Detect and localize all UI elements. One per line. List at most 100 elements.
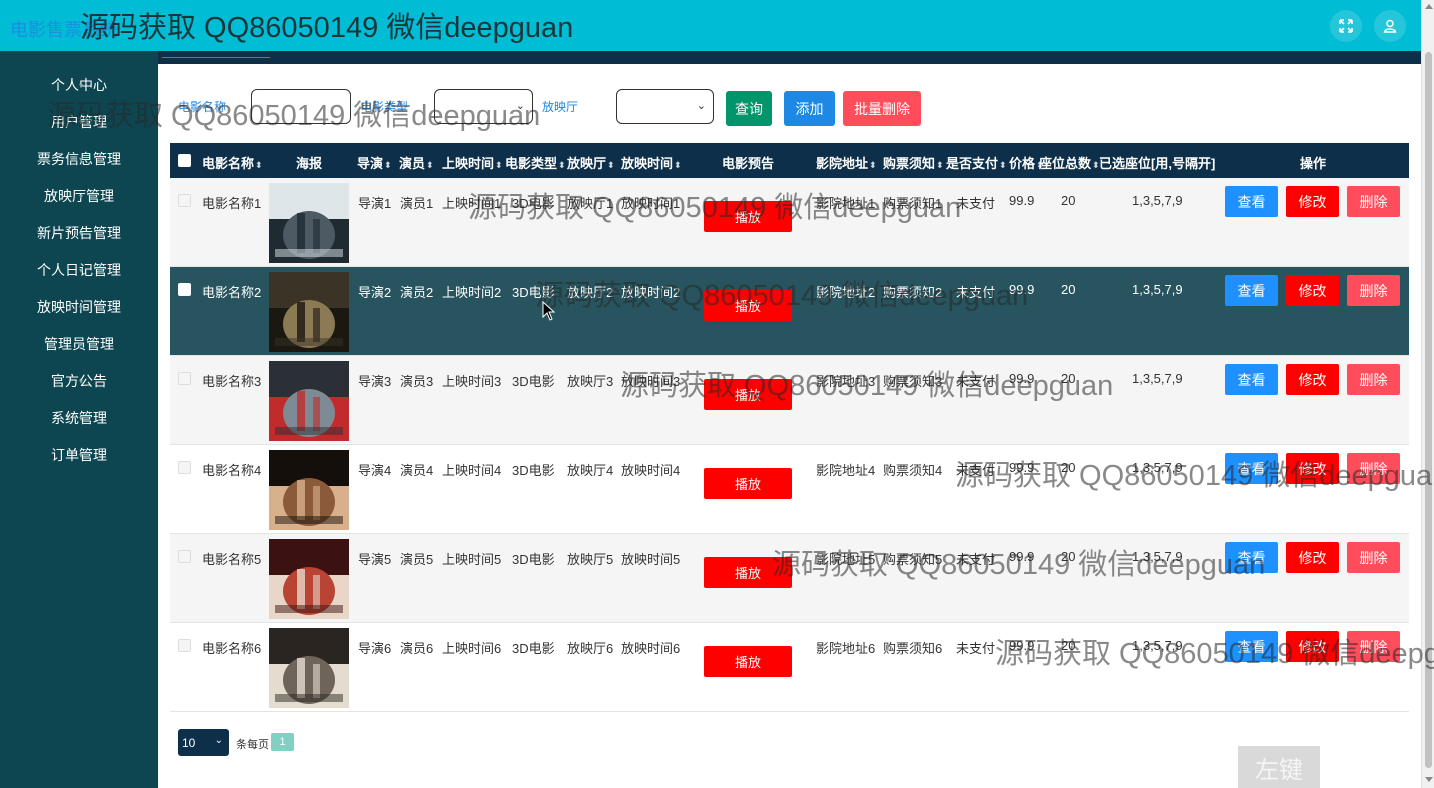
- sort-icon[interactable]: ⬍: [495, 160, 503, 170]
- sort-icon[interactable]: ⬍: [255, 160, 263, 170]
- sidebar-item-showtime-management[interactable]: 放映时间管理 ▾: [0, 292, 158, 322]
- column-header[interactable]: 演员⬍: [399, 153, 434, 172]
- edit-button[interactable]: 修改: [1286, 186, 1339, 217]
- sidebar-item-hall-management[interactable]: 放映厅管理 ▾: [0, 181, 158, 211]
- sidebar-item-ticket-info[interactable]: 票务信息管理 ▾: [0, 144, 158, 174]
- edit-button[interactable]: 修改: [1286, 275, 1339, 306]
- sort-icon[interactable]: ⬍: [869, 160, 877, 170]
- row-checkbox[interactable]: [178, 372, 191, 385]
- view-button[interactable]: 查看: [1225, 275, 1278, 306]
- column-header[interactable]: 是否支付⬍: [946, 153, 1007, 172]
- row-checkbox[interactable]: [178, 639, 191, 652]
- movie-name-input[interactable]: [251, 89, 351, 124]
- query-button[interactable]: 查询: [726, 91, 772, 126]
- cell-name: 电影名称3: [202, 374, 262, 389]
- caret-icon: ▾: [79, 265, 84, 275]
- column-header-label: 影院地址: [816, 156, 869, 171]
- row-checkbox[interactable]: [178, 194, 191, 207]
- delete-button[interactable]: 删除: [1347, 186, 1400, 217]
- scroll-up-icon[interactable]: [1425, 4, 1433, 9]
- sidebar-item-order-management[interactable]: 订单管理 ▾: [0, 440, 158, 470]
- page-scrollbar[interactable]: [1421, 0, 1434, 788]
- add-button[interactable]: 添加: [784, 91, 835, 126]
- batch-delete-button[interactable]: 批量删除: [843, 91, 921, 126]
- sidebar-item-user-management[interactable]: 用户管理 ▾: [0, 107, 158, 137]
- page-number-1[interactable]: 1: [271, 733, 294, 751]
- table-row[interactable]: 电影名称1 导演1 演员1 上映时间1 3D电影 放映厅1 放映时间1 影院地址1 购票须知1 未…: [170, 178, 1409, 267]
- table-row[interactable]: 电影名称3 导演3 演员3 上映时间3 3D电影 放映厅3 放映时间3 影院地址3 购票须知3 未…: [170, 356, 1409, 445]
- scroll-thumb[interactable]: [1425, 52, 1432, 768]
- column-header[interactable]: 导演⬍: [357, 153, 392, 172]
- sidebar-item-system-management[interactable]: 系统管理 ▾: [0, 403, 158, 433]
- view-button[interactable]: 查看: [1225, 364, 1278, 395]
- sidebar-item-announcements[interactable]: 官方公告 ▾: [0, 366, 158, 396]
- sort-icon[interactable]: ⬍: [558, 160, 566, 170]
- column-header[interactable]: 电影名称⬍: [202, 153, 263, 172]
- column-header[interactable]: 放映厅⬍: [567, 153, 615, 172]
- play-trailer-button[interactable]: 播放: [704, 557, 792, 588]
- sidebar-item-personal-center[interactable]: 个人中心 ▾: [0, 70, 158, 100]
- column-header[interactable]: 放映时间⬍: [621, 153, 682, 172]
- delete-button[interactable]: 删除: [1347, 453, 1400, 484]
- sort-icon[interactable]: ⬍: [999, 160, 1007, 170]
- column-header[interactable]: 座位总数⬍: [1039, 153, 1100, 172]
- play-trailer-button[interactable]: 播放: [704, 468, 792, 499]
- delete-button[interactable]: 删除: [1347, 631, 1400, 662]
- edit-button[interactable]: 修改: [1286, 453, 1339, 484]
- table-header: 电影名称⬍ 海报 导演⬍ 演员⬍ 上映时间⬍ 电影类型⬍ 放映厅⬍ 放映时间⬍ 电影预告 影院地址…: [170, 143, 1409, 178]
- column-header-label: 上映时间: [442, 156, 495, 171]
- caret-icon: ▾: [79, 117, 84, 127]
- sidebar-item-trailer-management[interactable]: 新片预告管理 ▾: [0, 218, 158, 248]
- delete-button[interactable]: 删除: [1347, 542, 1400, 573]
- column-header[interactable]: 影院地址⬍: [816, 153, 877, 172]
- column-header: 已选座位[用,号隔开]: [1099, 153, 1215, 172]
- view-button[interactable]: 查看: [1225, 186, 1278, 217]
- view-button[interactable]: 查看: [1225, 631, 1278, 662]
- sort-icon[interactable]: ⬍: [936, 160, 944, 170]
- row-checkbox[interactable]: [178, 550, 191, 563]
- table-row[interactable]: 电影名称6 导演6 演员6 上映时间6 3D电影 放映厅6 放映时间6 影院地址6 购票须知6 未…: [170, 623, 1409, 712]
- sort-icon[interactable]: ⬍: [426, 160, 434, 170]
- sidebar-item-admin-management[interactable]: 管理员管理 ▾: [0, 329, 158, 359]
- play-trailer-button[interactable]: 播放: [704, 290, 792, 321]
- edit-button[interactable]: 修改: [1286, 364, 1339, 395]
- play-trailer-button[interactable]: 播放: [704, 646, 792, 677]
- fullscreen-icon[interactable]: [1330, 10, 1362, 42]
- cell-director: 导演6: [358, 641, 392, 656]
- movie-type-select[interactable]: ⌄: [434, 89, 533, 124]
- page-size-select[interactable]: 10 ⌄: [178, 729, 229, 756]
- delete-button[interactable]: 删除: [1347, 275, 1400, 306]
- sort-icon[interactable]: ⬍: [674, 160, 682, 170]
- table-row[interactable]: 电影名称4 导演4 演员4 上映时间4 3D电影 放映厅4 放映时间4 影院地址4 购票须知4 未…: [170, 445, 1409, 534]
- column-header[interactable]: 上映时间⬍: [442, 153, 503, 172]
- column-header-label: 放映时间: [621, 156, 674, 171]
- cell-time: 放映时间6: [621, 641, 681, 656]
- sort-icon[interactable]: ⬍: [384, 160, 392, 170]
- table-row[interactable]: 电影名称2 导演2 演员2 上映时间2 3D电影 放映厅2 放映时间2 影院地址2 购票须知2 未…: [170, 267, 1409, 356]
- play-trailer-button[interactable]: 播放: [704, 201, 792, 232]
- page-size-value: 10: [182, 735, 196, 750]
- movie-name-label: 电影名称: [178, 100, 227, 114]
- delete-button[interactable]: 删除: [1347, 364, 1400, 395]
- edit-button[interactable]: 修改: [1286, 542, 1339, 573]
- chevron-down-icon: ⌄: [214, 735, 223, 746]
- edit-button[interactable]: 修改: [1286, 631, 1339, 662]
- user-icon[interactable]: [1374, 10, 1406, 42]
- column-header[interactable]: 电影类型⬍: [505, 153, 566, 172]
- cell-hall: 放映厅3: [567, 374, 614, 389]
- caret-icon: ▾: [79, 80, 84, 90]
- row-checkbox[interactable]: [178, 461, 191, 474]
- view-button[interactable]: 查看: [1225, 453, 1278, 484]
- column-header[interactable]: 购票须知⬍: [883, 153, 944, 172]
- select-all-checkbox[interactable]: [178, 154, 191, 167]
- sort-icon[interactable]: ⬍: [607, 160, 615, 170]
- cell-price: 99.9: [1009, 549, 1035, 564]
- play-trailer-button[interactable]: 播放: [704, 379, 792, 410]
- hall-select[interactable]: ⌄: [616, 89, 714, 124]
- sidebar-item-diary-management[interactable]: 个人日记管理 ▾: [0, 255, 158, 285]
- cell-release: 上映时间5: [442, 552, 502, 567]
- row-checkbox[interactable]: [178, 283, 191, 296]
- table-row[interactable]: 电影名称5 导演5 演员5 上映时间5 3D电影 放映厅5 放映时间5 影院地址5 购票须知5 未…: [170, 534, 1409, 623]
- scroll-down-icon[interactable]: [1425, 777, 1433, 782]
- view-button[interactable]: 查看: [1225, 542, 1278, 573]
